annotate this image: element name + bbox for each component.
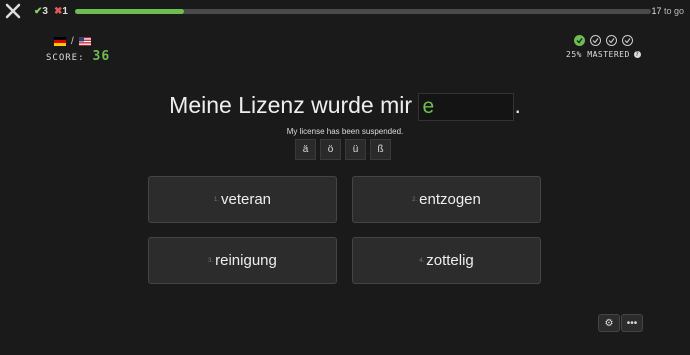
choice-label: reinigung — [215, 252, 277, 269]
close-icon[interactable] — [4, 2, 22, 20]
us-flag-icon — [78, 37, 91, 46]
score: SCORE: 36 — [46, 49, 111, 64]
choice-label: entzogen — [419, 191, 481, 208]
char-button-u-umlaut[interactable]: ü — [345, 139, 366, 160]
wrong-count: ✖1 — [53, 6, 68, 17]
special-char-buttons: ä ö ü ß — [295, 139, 391, 160]
check-icon — [608, 38, 615, 44]
mastery-indicators — [574, 35, 633, 46]
info-icon[interactable]: ? — [633, 51, 641, 58]
mastery-circle-3 — [606, 35, 617, 46]
score-value: 36 — [92, 49, 111, 64]
question-sentence: Meine Lizenz wurde mir e. — [0, 92, 690, 121]
answer-counts: ✔3 ✖1 — [34, 6, 68, 17]
choice-button-3[interactable]: 3. reinigung — [148, 237, 337, 284]
check-icon — [576, 38, 583, 44]
choice-button-4[interactable]: 4. zottelig — [352, 237, 541, 284]
mastery-circle-1 — [574, 35, 585, 46]
char-button-eszett[interactable]: ß — [370, 139, 391, 160]
remaining-counter: 17 to go — [651, 6, 684, 16]
language-pair: / — [54, 36, 91, 47]
more-button[interactable]: ••• — [621, 314, 643, 332]
choice-label: veteran — [220, 191, 272, 208]
correct-count: ✔3 — [34, 6, 48, 17]
choice-button-1[interactable]: 1. veteran — [148, 176, 337, 223]
translation-text: My license has been suspended. — [286, 127, 404, 136]
mastery-circle-2 — [590, 35, 601, 46]
answer-input[interactable]: e — [418, 92, 515, 121]
check-icon — [592, 38, 599, 44]
more-icon: ••• — [626, 317, 638, 329]
mastery-circle-4 — [622, 35, 633, 46]
german-flag-icon — [54, 37, 66, 46]
choice-button-2[interactable]: 2. entzogen — [352, 176, 541, 223]
gear-icon: ⚙ — [604, 317, 614, 329]
check-icon — [624, 38, 631, 44]
progress-bar — [75, 9, 651, 14]
progress-fill — [75, 9, 185, 14]
char-button-o-umlaut[interactable]: ö — [320, 139, 341, 160]
char-button-a-umlaut[interactable]: ä — [295, 139, 316, 160]
mastered-label: 25% MASTERED ? — [566, 50, 641, 59]
settings-button[interactable]: ⚙ — [598, 314, 620, 332]
slash-divider: / — [71, 36, 74, 47]
choice-label: zottelig — [426, 252, 474, 269]
